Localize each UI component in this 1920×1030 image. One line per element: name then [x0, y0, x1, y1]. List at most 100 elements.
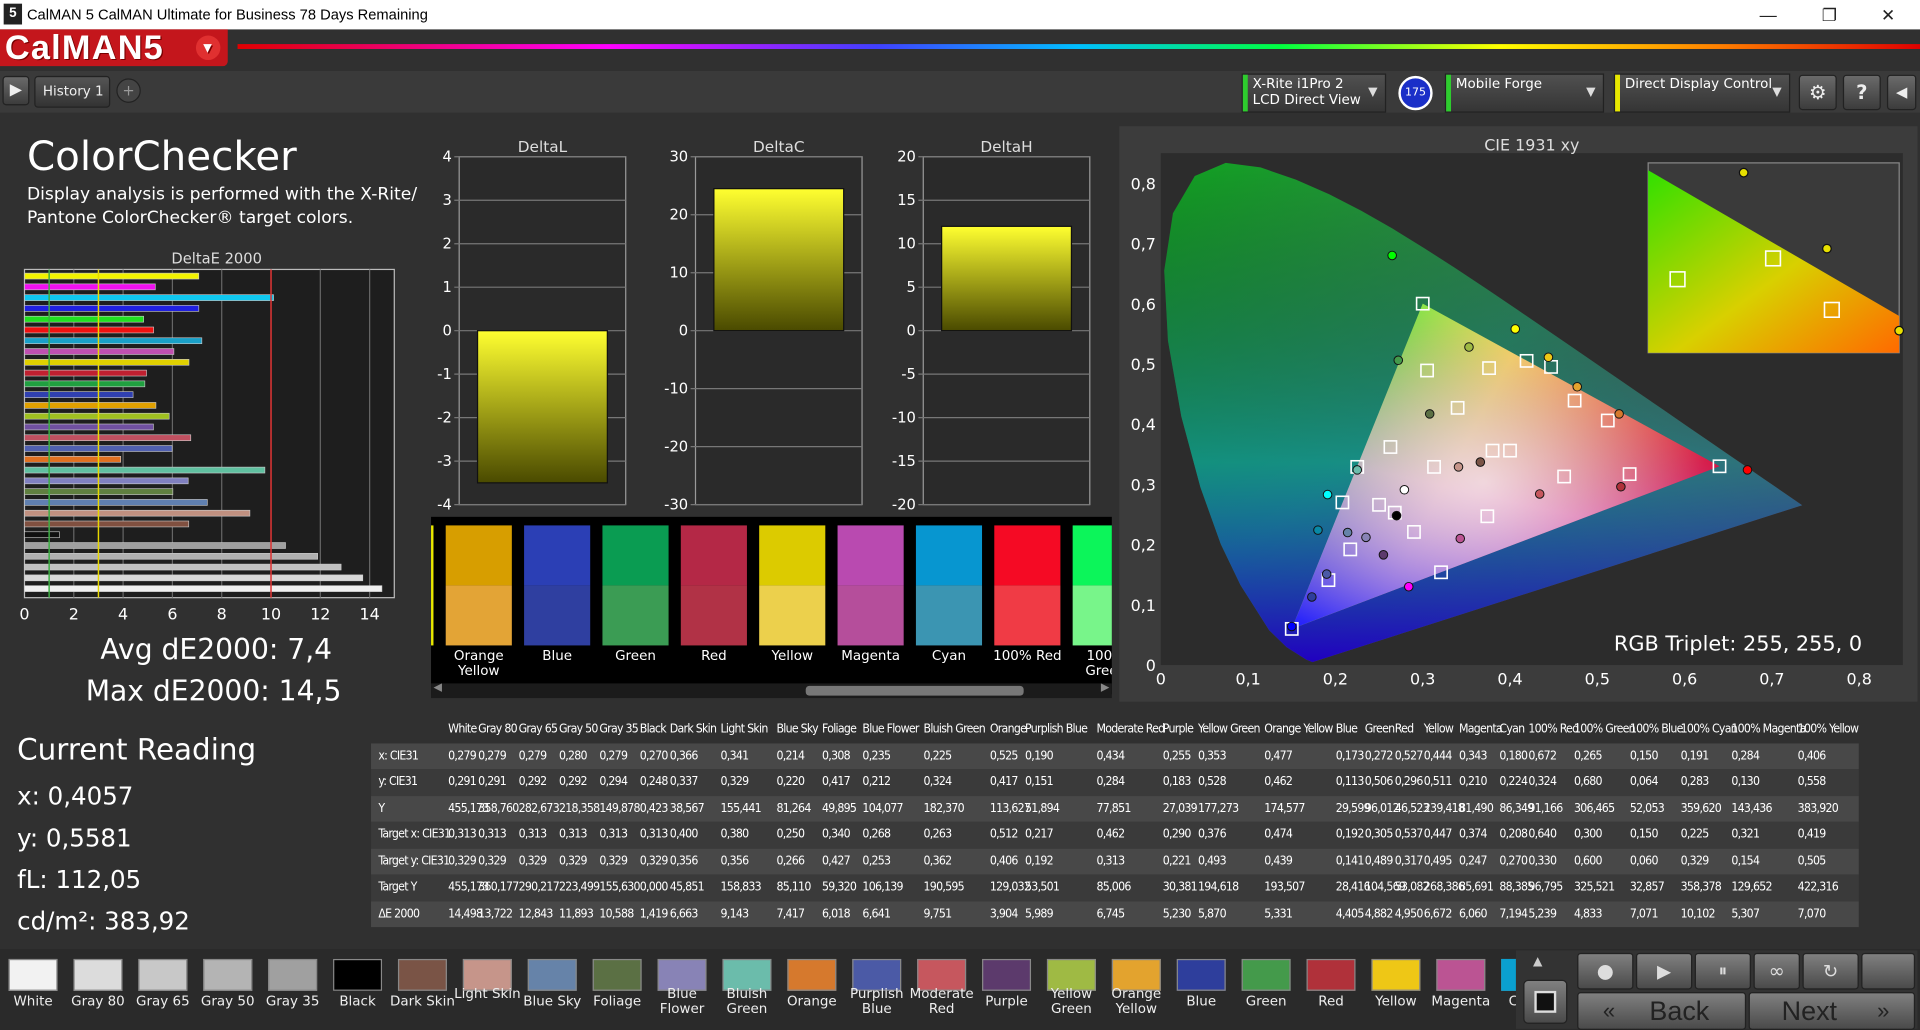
table-cell: 0,340 — [822, 827, 851, 842]
scroll-left-icon[interactable]: ◀ — [433, 682, 441, 694]
table-cell: 0,376 — [1197, 827, 1227, 842]
measured-point — [1572, 381, 1583, 392]
patch-button[interactable]: Foliage — [587, 954, 648, 1015]
stop-measure-icon[interactable]: ● — [1577, 952, 1634, 990]
table-cell: 0,680 — [1573, 775, 1603, 789]
next-button[interactable]: Next » — [1748, 992, 1916, 1030]
table-cell: 0,214 — [776, 748, 805, 763]
table-cell: 0,060 — [1629, 854, 1659, 868]
display-selector[interactable]: Direct Display Control ▼ — [1613, 73, 1791, 113]
patch-button[interactable]: Yellow Green — [1041, 954, 1102, 1016]
patch-button[interactable]: Blue Sky — [522, 954, 583, 1015]
deltae-bar — [24, 553, 318, 560]
table-cell: 0,272 — [1364, 748, 1394, 763]
minimize-icon[interactable]: — — [1744, 4, 1793, 26]
row-label: Y — [378, 801, 385, 816]
deltae-bar — [24, 412, 170, 420]
target-swatch — [445, 585, 512, 646]
patch-button[interactable]: Moderate Red — [910, 954, 974, 1016]
patch-button[interactable]: Dark Skin — [390, 954, 455, 1015]
table-cell: 0,400 — [669, 827, 699, 842]
gear-icon[interactable]: ⚙ — [1798, 74, 1837, 111]
patch-button[interactable]: White — [2, 954, 63, 1015]
patch-swatch — [982, 958, 1032, 991]
y-tick-label: 15 — [897, 192, 916, 209]
measured-point — [1453, 462, 1464, 472]
help-icon[interactable]: ? — [1842, 74, 1881, 111]
measured-point — [1391, 510, 1402, 521]
patch-button[interactable]: Orange Yellow — [1106, 954, 1167, 1016]
patch-button[interactable]: Purple — [976, 954, 1037, 1015]
scroll-thumb[interactable] — [805, 685, 1024, 696]
patch-button[interactable]: Black — [327, 954, 388, 1015]
scroll-right-icon[interactable]: ▶ — [1101, 682, 1109, 694]
patch-button[interactable]: Blue Flower — [651, 954, 712, 1016]
patch-button[interactable]: Light Skin — [454, 954, 521, 1015]
patch-button[interactable]: Red — [1300, 954, 1361, 1015]
stop-button[interactable] — [1523, 979, 1568, 1024]
blank-button[interactable] — [1861, 952, 1916, 990]
table-cell: 0,279 — [478, 748, 507, 763]
patch-button[interactable]: Gray 50 — [197, 954, 258, 1015]
column-header: 100% Blue — [1629, 722, 1684, 737]
column-header: 100% Cyan — [1680, 722, 1738, 737]
patch-button[interactable]: Gray 35 — [262, 954, 323, 1015]
patch-button[interactable]: Magenta — [1430, 954, 1491, 1015]
table-cell: 0,224 — [1499, 775, 1528, 789]
meter-badge[interactable]: 175 — [1398, 75, 1433, 111]
collapse-icon[interactable]: ◀ — [1886, 74, 1917, 111]
x-tick-label: 0,8 — [1847, 670, 1872, 689]
horizontal-scrollbar[interactable]: ◀ ▶ — [431, 682, 1112, 699]
patch-swatch — [592, 958, 642, 991]
pause-icon[interactable]: ⏸ — [1694, 952, 1752, 990]
calman-logo[interactable]: CalMAN5 ▼ — [0, 29, 228, 67]
patch-button[interactable]: Blue — [1171, 954, 1232, 1015]
column-header: Purple — [1162, 722, 1194, 737]
y-tick-label: -5 — [901, 366, 916, 383]
patch-button[interactable]: Yellow — [1365, 954, 1426, 1015]
column-header: Green — [1364, 722, 1395, 737]
close-icon[interactable]: ✕ — [1864, 4, 1913, 26]
table-cell: 0,525 — [989, 748, 1019, 763]
patch-swatch — [1176, 958, 1226, 991]
x-tick-label: 0,6 — [1672, 670, 1697, 689]
deltae-bar — [24, 423, 154, 431]
table-cell: 0,313 — [448, 827, 477, 842]
play-icon[interactable]: ▶ — [2, 75, 30, 106]
tab-history-1[interactable]: History 1 — [34, 75, 111, 108]
meter-selector[interactable]: X-Rite i1Pro 2 LCD Direct View ▼ — [1241, 73, 1387, 113]
delta-lch-charts: DeltaL43210-1-2-3-4DeltaC3020100-10-20-3… — [437, 138, 1091, 513]
patch-button[interactable]: Orange — [781, 954, 842, 1015]
loop-icon[interactable]: ∞ — [1753, 952, 1801, 990]
table-cell: 0,329 — [478, 854, 507, 868]
play-measure-icon[interactable]: ▶ — [1635, 952, 1693, 990]
up-arrow-icon[interactable]: ▲ — [1533, 955, 1542, 968]
y-tick-label: 4 — [442, 149, 451, 166]
patch-label: Orange — [786, 993, 837, 1010]
y-tick-label: -2 — [437, 410, 452, 427]
table-cell: 0,434 — [1096, 748, 1125, 763]
table-cell: 0,284 — [1731, 748, 1760, 763]
reading-fl: fL: 112,05 — [17, 864, 142, 895]
patch-button[interactable]: Gray 80 — [67, 954, 128, 1015]
table-cell: 1,419 — [639, 906, 669, 921]
patch-button[interactable]: Gray 65 — [132, 954, 193, 1015]
table-cell: 0,225 — [1680, 827, 1710, 842]
swatch-pair — [837, 525, 904, 646]
add-tab-button[interactable]: + — [116, 78, 141, 103]
deltae-bar — [24, 315, 144, 323]
source-selector[interactable]: Mobile Forge ▼ — [1444, 73, 1605, 113]
y-tick-label: -20 — [892, 496, 916, 513]
table-cell: 325,521 — [1573, 880, 1615, 895]
patch-button[interactable]: Purplish Blue — [846, 954, 907, 1016]
maximize-icon[interactable]: ❐ — [1805, 4, 1854, 26]
swatch-label: Orange Yellow — [453, 647, 504, 679]
table-cell: 0,537 — [1394, 827, 1424, 842]
refresh-icon[interactable]: ↻ — [1802, 952, 1859, 990]
chevron-down-icon[interactable]: ▼ — [195, 35, 221, 61]
patch-button[interactable]: Bluish Green — [716, 954, 777, 1016]
column-header: Red — [1394, 722, 1414, 737]
table-cell: 0,235 — [862, 748, 891, 763]
patch-button[interactable]: Green — [1236, 954, 1297, 1015]
back-button[interactable]: « Back — [1577, 992, 1747, 1030]
